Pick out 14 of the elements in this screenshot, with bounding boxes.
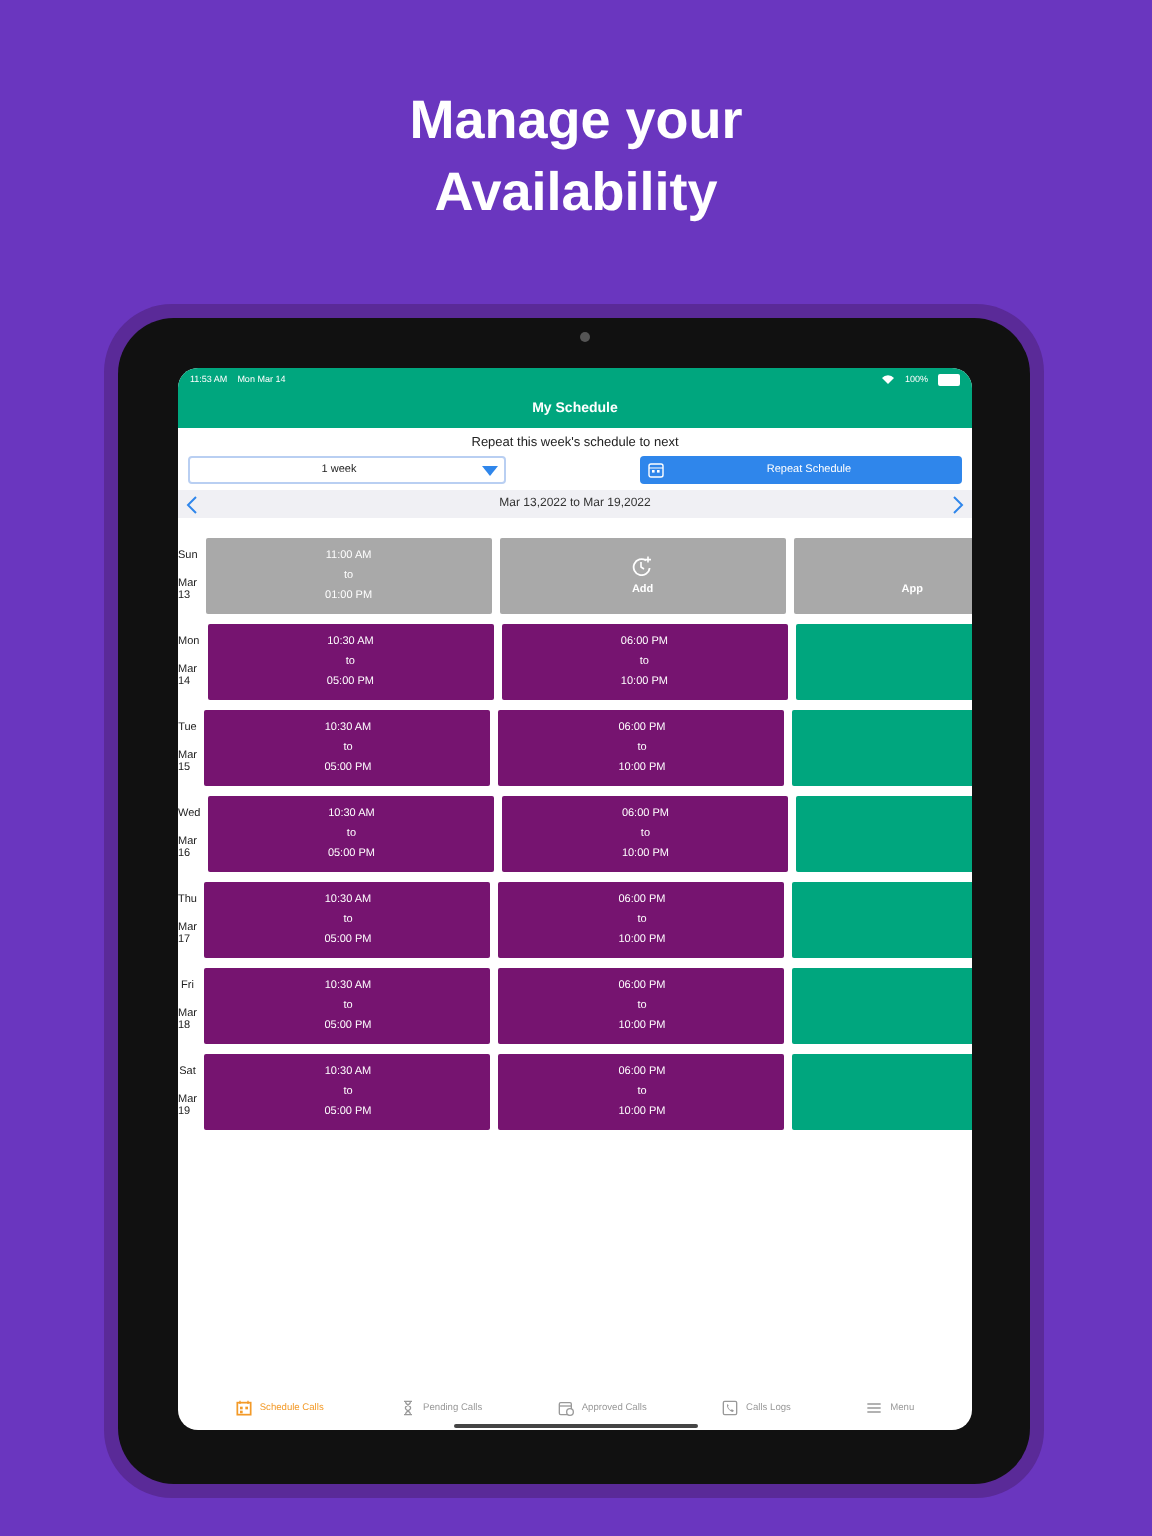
headline: Manage your xyxy=(409,88,743,154)
hourglass-icon xyxy=(399,1400,416,1416)
clock-plus-icon xyxy=(632,556,653,576)
menu-icon xyxy=(866,1400,883,1416)
caret-icon xyxy=(482,465,498,475)
calendar-icon xyxy=(648,462,664,478)
headline: Availability xyxy=(434,160,718,226)
battery-icon xyxy=(938,373,960,385)
phone-icon xyxy=(722,1400,739,1416)
calendar-clock-icon xyxy=(557,1400,574,1416)
calendar-icon xyxy=(235,1400,252,1416)
wifi-icon xyxy=(882,374,895,384)
next-week-icon[interactable] xyxy=(952,495,964,513)
previous-week-icon[interactable] xyxy=(186,495,198,513)
